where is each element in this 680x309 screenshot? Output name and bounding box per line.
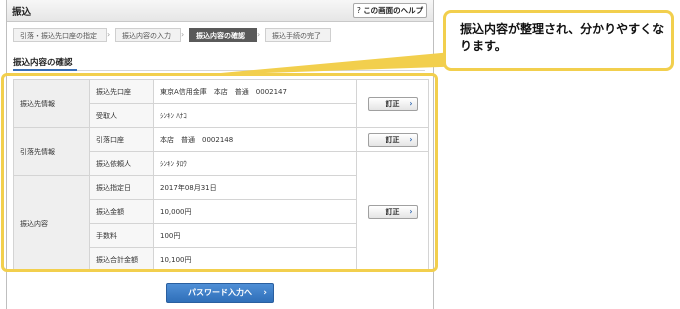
- callout-text: 振込内容が整理され、分かりやすくなります。: [460, 22, 665, 53]
- callout-box: 振込内容が整理され、分かりやすくなります。: [443, 10, 674, 71]
